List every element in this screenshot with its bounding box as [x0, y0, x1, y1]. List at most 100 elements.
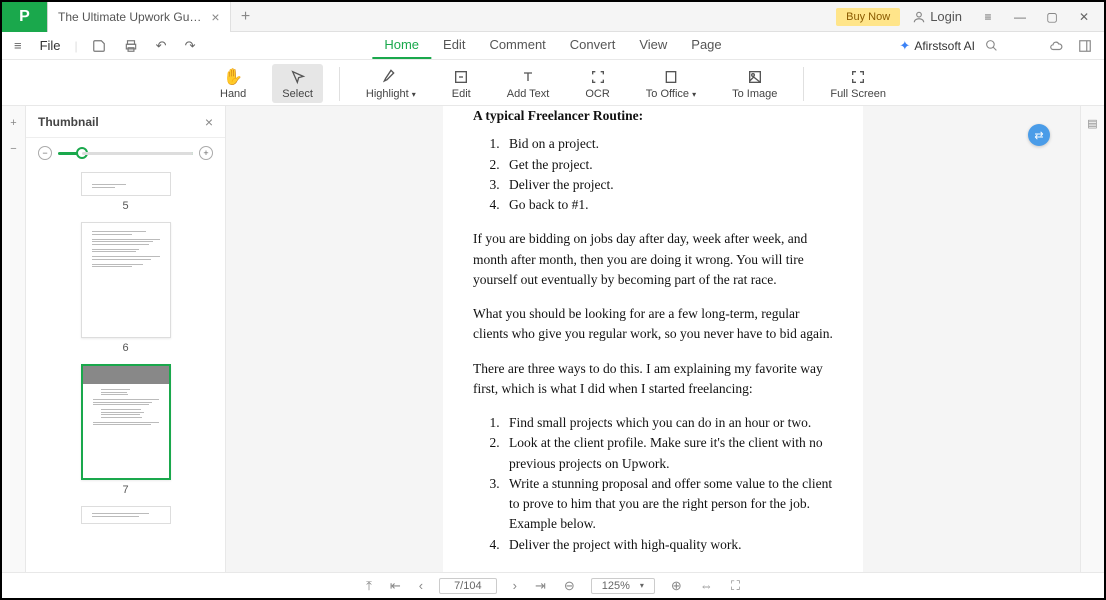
- ocr-icon: [590, 67, 606, 87]
- hand-icon: ✋: [223, 67, 243, 87]
- to-image-tool[interactable]: To Image: [722, 64, 787, 103]
- tab-view[interactable]: View: [627, 32, 679, 59]
- first-page-icon[interactable]: ⇤: [388, 578, 403, 594]
- office-icon: [663, 67, 679, 87]
- menubar: ≡ File | ↶ ↷ Home Edit Comment Convert V…: [2, 32, 1104, 60]
- tab-comment[interactable]: Comment: [477, 32, 557, 59]
- list-item: Bid on a project.: [503, 134, 833, 154]
- select-tool[interactable]: Select: [272, 64, 323, 103]
- menu-icon[interactable]: ≡: [974, 5, 1002, 29]
- login-button[interactable]: Login: [904, 7, 970, 26]
- list-item: Go back to #1.: [503, 195, 833, 215]
- doc-heading: A typical Freelancer Routine:: [473, 106, 833, 126]
- zoom-dropdown[interactable]: 125%▾: [591, 578, 655, 594]
- left-rail: + −: [2, 106, 26, 572]
- right-rail: ▤: [1080, 106, 1104, 572]
- zoom-in-icon[interactable]: ⊕: [669, 578, 684, 594]
- steps-list: Find small projects which you can do in …: [503, 413, 833, 555]
- slider-track[interactable]: [58, 152, 193, 155]
- close-tab-icon[interactable]: ×: [211, 9, 219, 25]
- ocr-tool[interactable]: OCR: [575, 64, 619, 103]
- thumbnail-item[interactable]: 6: [50, 222, 201, 354]
- routine-list: Bid on a project. Get the project. Deliv…: [503, 134, 833, 215]
- thumbnail-number: 6: [122, 342, 128, 354]
- paragraph: Most people look at the client's profile…: [473, 569, 833, 572]
- highlight-icon: [383, 67, 399, 87]
- ai-button[interactable]: ✦ Afirstsoft AI: [899, 38, 975, 54]
- document-tab[interactable]: The Ultimate Upwork Gu… ×: [48, 2, 231, 32]
- list-item: Get the project.: [503, 155, 833, 175]
- thumbnail-zoom-slider[interactable]: − +: [26, 138, 225, 168]
- fit-width-icon[interactable]: ⇔: [698, 578, 715, 593]
- scroll-top-icon[interactable]: ⤒: [364, 578, 374, 594]
- tab-home[interactable]: Home: [372, 32, 431, 59]
- print-icon[interactable]: [120, 37, 142, 55]
- login-label: Login: [930, 9, 962, 24]
- rail-add-icon[interactable]: +: [5, 114, 23, 132]
- buy-now-button[interactable]: Buy Now: [836, 8, 900, 26]
- tab-convert[interactable]: Convert: [558, 32, 628, 59]
- undo-icon[interactable]: ↶: [152, 36, 171, 56]
- tab-edit[interactable]: Edit: [431, 32, 477, 59]
- list-item: Write a stunning proposal and offer some…: [503, 474, 833, 535]
- redo-icon[interactable]: ↷: [181, 36, 200, 56]
- thumbnail-title: Thumbnail: [38, 115, 99, 129]
- statusbar: ⤒ ⇤ ‹ 7/104 › ⇥ ⊖ 125%▾ ⊕ ⇔ ⛶: [2, 572, 1104, 598]
- thumbnail-item[interactable]: [50, 506, 201, 524]
- document-area[interactable]: A typical Freelancer Routine: Bid on a p…: [226, 106, 1080, 572]
- zoom-in-icon[interactable]: +: [199, 146, 213, 160]
- panel-icon[interactable]: [1074, 37, 1096, 55]
- thumbnail-number: 7: [122, 484, 128, 496]
- hand-tool[interactable]: ✋ Hand: [210, 64, 256, 103]
- highlight-tool[interactable]: Highlight ▾: [356, 64, 426, 103]
- thumbnail-panel: Thumbnail × − + 5 6: [26, 106, 226, 572]
- paragraph: There are three ways to do this. I am ex…: [473, 359, 833, 400]
- rail-remove-icon[interactable]: −: [5, 140, 23, 158]
- sparkle-icon: ✦: [899, 38, 910, 54]
- new-tab-button[interactable]: +: [231, 8, 261, 26]
- tab-title: The Ultimate Upwork Gu…: [58, 10, 201, 24]
- next-page-icon[interactable]: ›: [511, 578, 519, 593]
- page-counter[interactable]: 7/104: [439, 578, 497, 594]
- minimize-icon[interactable]: ―: [1006, 5, 1034, 29]
- ai-label: Afirstsoft AI: [914, 39, 975, 53]
- workspace: + − Thumbnail × − + 5: [2, 106, 1104, 572]
- save-icon[interactable]: [88, 37, 110, 55]
- add-text-tool[interactable]: Add Text: [497, 64, 560, 103]
- maximize-icon[interactable]: ▢: [1038, 5, 1066, 29]
- translate-button[interactable]: ⇄: [1028, 124, 1050, 146]
- prev-page-icon[interactable]: ‹: [417, 578, 425, 593]
- list-item: Find small projects which you can do in …: [503, 413, 833, 433]
- zoom-out-icon[interactable]: −: [38, 146, 52, 160]
- app-logo: P: [2, 2, 48, 32]
- list-item: Look at the client profile. Make sure it…: [503, 433, 833, 474]
- text-icon: [520, 67, 536, 87]
- close-panel-icon[interactable]: ×: [205, 114, 213, 130]
- edit-icon: [453, 67, 469, 87]
- thumbnail-list: 5 6: [26, 168, 225, 572]
- hamburger-icon[interactable]: ≡: [10, 36, 26, 55]
- user-icon: [912, 10, 926, 24]
- file-menu[interactable]: File: [36, 38, 65, 53]
- full-screen-tool[interactable]: Full Screen: [820, 64, 896, 103]
- fit-page-icon[interactable]: ⛶: [729, 578, 742, 594]
- thumbnail-item[interactable]: 7: [50, 364, 201, 496]
- last-page-icon[interactable]: ⇥: [533, 578, 548, 594]
- fullscreen-icon: [850, 67, 866, 87]
- zoom-out-icon[interactable]: ⊖: [562, 578, 577, 594]
- titlebar: P The Ultimate Upwork Gu… × + Buy Now Lo…: [2, 2, 1104, 32]
- paragraph: If you are bidding on jobs day after day…: [473, 229, 833, 290]
- to-office-tool[interactable]: To Office ▾: [636, 64, 706, 103]
- edit-tool[interactable]: Edit: [442, 64, 481, 103]
- list-item: Deliver the project with high-quality wo…: [503, 535, 833, 555]
- rail-panel-icon[interactable]: ▤: [1084, 114, 1102, 132]
- cursor-icon: [290, 67, 306, 87]
- toolbar: ✋ Hand Select Highlight ▾ Edit Add Text …: [2, 60, 1104, 106]
- thumbnail-item[interactable]: 5: [50, 172, 201, 212]
- cloud-icon[interactable]: [1048, 39, 1064, 53]
- image-icon: [747, 67, 763, 87]
- close-window-icon[interactable]: ✕: [1070, 5, 1098, 29]
- tab-page[interactable]: Page: [679, 32, 733, 59]
- search-icon[interactable]: [985, 39, 998, 52]
- paragraph: What you should be looking for are a few…: [473, 304, 833, 345]
